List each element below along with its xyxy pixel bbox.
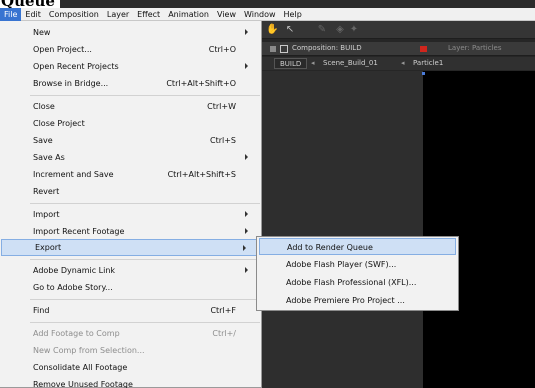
file-menu-consolidate[interactable]: Consolidate All Footage <box>0 359 260 376</box>
layer-color-icon <box>420 46 427 52</box>
file-menu-import[interactable]: Import <box>0 206 260 223</box>
menu-file[interactable]: File <box>0 7 22 21</box>
hand-tool-icon[interactable]: ✋ <box>266 24 278 36</box>
submenu-arrow-icon <box>245 228 248 234</box>
file-menu-increment-save[interactable]: Increment and Save Ctrl+Alt+Shift+S <box>0 166 260 183</box>
file-menu-new-comp-selection: New Comp from Selection... <box>33 346 145 355</box>
file-menu-new[interactable]: New <box>0 24 260 41</box>
menu-separator <box>30 259 260 260</box>
file-menu-add-footage: Add Footage to Comp Ctrl+/ <box>33 329 236 338</box>
file-menu-adobe-story[interactable]: Go to Adobe Story... <box>0 279 260 296</box>
file-menu-open-recent[interactable]: Open Recent Projects <box>0 58 260 75</box>
menu-edit[interactable]: Edit <box>21 8 45 21</box>
panel-menu-icon[interactable] <box>270 46 276 52</box>
file-menu-save-as[interactable]: Save As <box>0 149 260 166</box>
menu-animation[interactable]: Animation <box>164 8 213 21</box>
viewer-pasteboard <box>258 71 423 388</box>
menu-composition[interactable]: Composition <box>45 8 103 21</box>
selection-tool-icon[interactable]: ↖ <box>284 24 296 36</box>
export-flash-professional-xfl[interactable]: Adobe Flash Professional (XFL)... <box>259 274 456 291</box>
export-flash-player-swf[interactable]: Adobe Flash Player (SWF)... <box>259 256 456 273</box>
file-menu-import-recent[interactable]: Import Recent Footage <box>0 223 260 240</box>
file-menu-browse-bridge[interactable]: Browse in Bridge... Ctrl+Alt+Shift+O <box>0 75 260 92</box>
export-add-render-queue[interactable]: Add to Render Queue <box>259 238 456 255</box>
file-menu-open-project[interactable]: Open Project... Ctrl+O <box>0 41 260 58</box>
menu-separator <box>30 299 260 300</box>
menu-separator <box>30 203 260 204</box>
file-menu-save[interactable]: Save Ctrl+S <box>0 132 260 149</box>
breadcrumb-build[interactable]: BUILD <box>274 58 308 69</box>
submenu-arrow-icon <box>245 63 248 69</box>
pen-tool-icon[interactable]: ✎ <box>316 24 328 36</box>
file-menu-dropdown: New Open Project... Ctrl+O Open Recent P… <box>0 21 262 388</box>
menu-separator <box>30 322 260 323</box>
tools-panel: ✋ ↖ ✎ ◈ ✦ <box>258 21 535 39</box>
file-menu-find[interactable]: Find Ctrl+F <box>0 302 260 319</box>
composition-viewer[interactable] <box>423 71 535 388</box>
export-premiere-pro-project[interactable]: Adobe Premiere Pro Project ... <box>259 292 456 309</box>
composition-icon <box>280 45 288 53</box>
file-menu-remove-unused[interactable]: Remove Unused Footage <box>0 376 260 388</box>
menu-help[interactable]: Help <box>280 8 306 21</box>
composition-panel-header: Composition: BUILD Layer: Particles <box>258 42 535 56</box>
file-menu-close[interactable]: Close Ctrl+W <box>0 98 260 115</box>
menu-bar: File Edit Composition Layer Effect Anima… <box>0 7 535 21</box>
file-menu-revert[interactable]: Revert <box>0 183 260 200</box>
layer-tab-title[interactable]: Layer: Particles <box>448 44 502 52</box>
menu-layer[interactable]: Layer <box>103 8 133 21</box>
menu-separator <box>30 95 260 96</box>
submenu-arrow-icon <box>245 211 248 217</box>
export-submenu: Add to Render Queue Adobe Flash Player (… <box>256 236 459 311</box>
submenu-arrow-icon <box>245 154 248 160</box>
menu-window[interactable]: Window <box>240 8 280 21</box>
composition-tab-title[interactable]: Composition: BUILD <box>292 44 362 52</box>
breadcrumb-separator-icon: ◂ <box>401 59 405 67</box>
submenu-arrow-icon <box>245 29 248 35</box>
composition-breadcrumb: BUILD ◂ Scene_Build_01 ◂ Particle1 <box>258 57 535 70</box>
submenu-arrow-icon <box>245 267 248 273</box>
breadcrumb-scene[interactable]: Scene_Build_01 <box>318 58 383 69</box>
puppet-tool-icon[interactable]: ✦ <box>348 24 360 36</box>
file-menu-close-project[interactable]: Close Project <box>0 115 260 132</box>
anchor-point-icon <box>422 72 425 75</box>
menu-effect[interactable]: Effect <box>133 8 164 21</box>
menu-view[interactable]: View <box>213 8 240 21</box>
file-menu-dynamic-link[interactable]: Adobe Dynamic Link <box>0 262 260 279</box>
breadcrumb-separator-icon: ◂ <box>311 59 315 67</box>
breadcrumb-particle[interactable]: Particle1 <box>408 58 448 69</box>
shape-tool-icon[interactable]: ◈ <box>334 24 346 36</box>
submenu-arrow-icon <box>243 245 246 251</box>
file-menu-export[interactable]: Export <box>1 239 259 256</box>
